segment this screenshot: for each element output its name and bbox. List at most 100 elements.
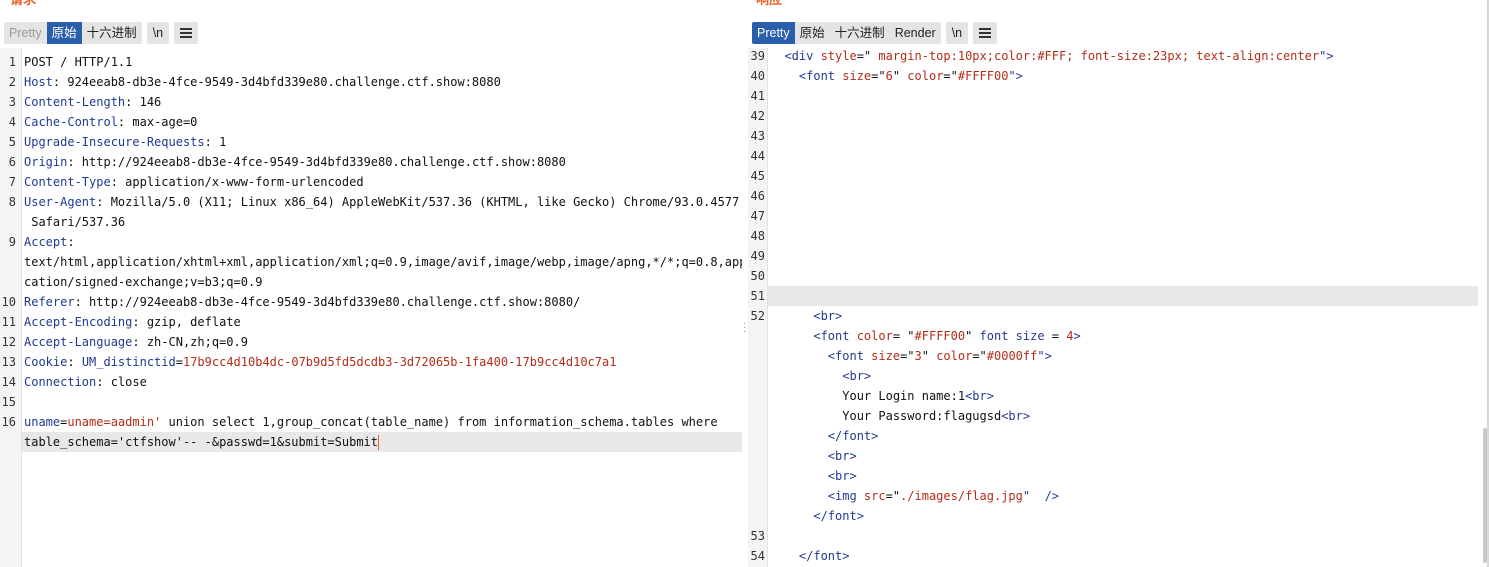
code-line: 46 bbox=[748, 186, 1489, 206]
code-text[interactable]: Your Login name:1<br> bbox=[770, 386, 994, 406]
code-text[interactable]: </font> bbox=[770, 506, 864, 526]
code-text[interactable]: <font size="6" color="#FFFF00"> bbox=[770, 66, 1023, 86]
code-text[interactable]: Upgrade-Insecure-Requests: 1 bbox=[24, 132, 226, 152]
code-text[interactable]: <font color= "#FFFF00" font size = 4> bbox=[770, 326, 1081, 346]
token: > bbox=[1073, 329, 1081, 343]
tab-pretty[interactable]: Pretty bbox=[4, 22, 47, 44]
line-number: 48 bbox=[750, 229, 765, 243]
token: uname bbox=[24, 415, 61, 429]
token: <br> bbox=[770, 309, 843, 323]
code-line: 47 bbox=[748, 206, 1489, 226]
code-text[interactable]: Cache-Control: max-age=0 bbox=[24, 112, 197, 132]
token: <font bbox=[770, 349, 872, 363]
code-text[interactable]: Cookie: UM_distinctid=17b9cc4d10b4dc-07b… bbox=[24, 352, 616, 372]
code-line: 4 Cache-Control: max-age=0 bbox=[0, 112, 742, 132]
token: <img bbox=[770, 489, 864, 503]
tab-hex[interactable]: 十六进制 bbox=[830, 22, 890, 44]
line-number: 54 bbox=[750, 549, 765, 563]
code-text[interactable]: User-Agent: Mozilla/5.0 (X11; Linux x86_… bbox=[24, 192, 742, 212]
code-line: 43 bbox=[748, 126, 1489, 146]
token: = bbox=[175, 355, 183, 369]
code-line: text/html,application/xhtml+xml,applicat… bbox=[0, 252, 742, 272]
menu-button[interactable] bbox=[174, 22, 199, 44]
text-caret bbox=[378, 435, 380, 450]
code-line: <font color= "#FFFF00" font size = 4> bbox=[748, 326, 1489, 346]
code-text[interactable]: Accept-Encoding: gzip, deflate bbox=[24, 312, 241, 332]
code-text[interactable]: </font> bbox=[770, 426, 879, 446]
line-number: 13 bbox=[1, 355, 16, 369]
newline-toggle-button[interactable]: \n bbox=[945, 22, 969, 44]
token: : http://924eeab8-db3e-4fce-9549-3d4bfd3… bbox=[67, 155, 566, 169]
code-text[interactable]: Content-Length: 146 bbox=[24, 92, 161, 112]
menu-button[interactable] bbox=[973, 22, 998, 44]
token: Accept-Encoding bbox=[24, 315, 133, 329]
code-text[interactable]: Host: 924eeab8-db3e-4fce-9549-3d4bfd339e… bbox=[24, 72, 501, 92]
token: Content-Type bbox=[24, 175, 111, 189]
code-text[interactable]: uname=uname=aadmin' union select 1,group… bbox=[24, 412, 718, 432]
token: </font> bbox=[770, 429, 879, 443]
tab-pretty[interactable]: Pretty bbox=[752, 22, 795, 44]
code-text[interactable]: <div style=" margin-top:10px;color:#FFF;… bbox=[770, 46, 1333, 66]
code-text[interactable]: cation/signed-exchange;v=b3;q=0.9 bbox=[24, 272, 262, 292]
code-text[interactable]: <br> bbox=[770, 466, 857, 486]
code-text[interactable]: Safari/537.36 bbox=[24, 212, 125, 232]
token: =" bbox=[856, 49, 872, 63]
code-line: 54 </font> bbox=[748, 546, 1489, 566]
code-text[interactable]: <br> bbox=[770, 306, 842, 326]
line-number: 3 bbox=[8, 95, 16, 109]
code-text[interactable]: table_schema='ctfshow'-- -&passwd=1&subm… bbox=[24, 432, 380, 452]
code-text[interactable]: </font> bbox=[770, 546, 850, 566]
code-text[interactable]: <br> bbox=[770, 446, 857, 466]
request-title: 请求 bbox=[10, 0, 36, 8]
code-text[interactable]: Content-Type: application/x-www-form-url… bbox=[24, 172, 364, 192]
line-number: 47 bbox=[750, 209, 765, 223]
code-text[interactable]: POST / HTTP/1.1 bbox=[24, 52, 132, 72]
token: : http://924eeab8-db3e-4fce-9549-3d4bfd3… bbox=[74, 295, 581, 309]
code-text[interactable]: Connection: close bbox=[24, 372, 147, 392]
token: " bbox=[965, 329, 980, 343]
tab-hex[interactable]: 十六进制 bbox=[82, 22, 142, 44]
code-text[interactable]: <font size="3" color="#0000ff"> bbox=[770, 346, 1052, 366]
token: 6 bbox=[885, 69, 893, 83]
line-number: 5 bbox=[8, 135, 16, 149]
code-line: table_schema='ctfshow'-- -&passwd=1&subm… bbox=[0, 432, 742, 452]
tab-render[interactable]: Render bbox=[890, 22, 941, 44]
line-number: 9 bbox=[8, 235, 16, 249]
code-line: 50 bbox=[748, 266, 1489, 286]
token: cation/signed-exchange;v=b3;q=0.9 bbox=[24, 275, 263, 289]
code-line: 48 bbox=[748, 226, 1489, 246]
token: : Mozilla/5.0 (X11; Linux x86_64) AppleW… bbox=[96, 195, 742, 209]
response-editor[interactable]: 39 <div style=" margin-top:10px;color:#F… bbox=[748, 48, 1489, 567]
line-number: 41 bbox=[750, 89, 765, 103]
code-text[interactable]: Your Password:flagugsd<br> bbox=[770, 406, 1030, 426]
code-line: Your Login name:1<br> bbox=[748, 386, 1489, 406]
code-text[interactable]: Referer: http://924eeab8-db3e-4fce-9549-… bbox=[24, 292, 580, 312]
code-line: </font> bbox=[748, 426, 1489, 446]
code-text[interactable]: <br> bbox=[770, 366, 871, 386]
line-number: 16 bbox=[1, 415, 16, 429]
request-editor[interactable]: 1 POST / HTTP/1.1 2 Host: 924eeab8-db3e-4fc… bbox=[0, 48, 742, 567]
newline-toggle-button[interactable]: \n bbox=[146, 22, 170, 44]
code-text[interactable]: Accept-Language: zh-CN,zh;q=0.9 bbox=[24, 332, 248, 352]
tab-raw[interactable]: 原始 bbox=[795, 22, 830, 44]
line-number: 44 bbox=[750, 149, 765, 163]
token: POST / HTTP/1.1 bbox=[24, 55, 133, 69]
code-line: 51 bbox=[748, 286, 1489, 306]
token: "> bbox=[1037, 349, 1052, 363]
code-line: 2 Host: 924eeab8-db3e-4fce-9549-3d4bfd339… bbox=[0, 72, 742, 92]
code-line: 41 bbox=[748, 86, 1489, 106]
request-toolbar: Pretty 原始 十六进制 \n bbox=[4, 22, 199, 44]
code-text[interactable]: Accept: bbox=[24, 232, 75, 252]
line-number: 53 bbox=[750, 529, 765, 543]
code-text[interactable]: <img src="./images/flag.jpg" /> bbox=[770, 486, 1059, 506]
token: =" bbox=[943, 69, 958, 83]
code-line: 1 POST / HTTP/1.1 bbox=[0, 52, 742, 72]
tab-raw[interactable]: 原始 bbox=[46, 22, 82, 44]
code-line: 7 Content-Type: application/x-www-form-ur… bbox=[0, 172, 742, 192]
line-number: 2 bbox=[8, 75, 16, 89]
line-number: 39 bbox=[750, 49, 765, 63]
code-text[interactable]: text/html,application/xhtml+xml,applicat… bbox=[24, 252, 742, 272]
drag-handle-icon[interactable]: · · · bbox=[743, 319, 746, 337]
code-text[interactable]: Origin: http://924eeab8-db3e-4fce-9549-3… bbox=[24, 152, 566, 172]
token: Accept-Language bbox=[24, 335, 133, 349]
